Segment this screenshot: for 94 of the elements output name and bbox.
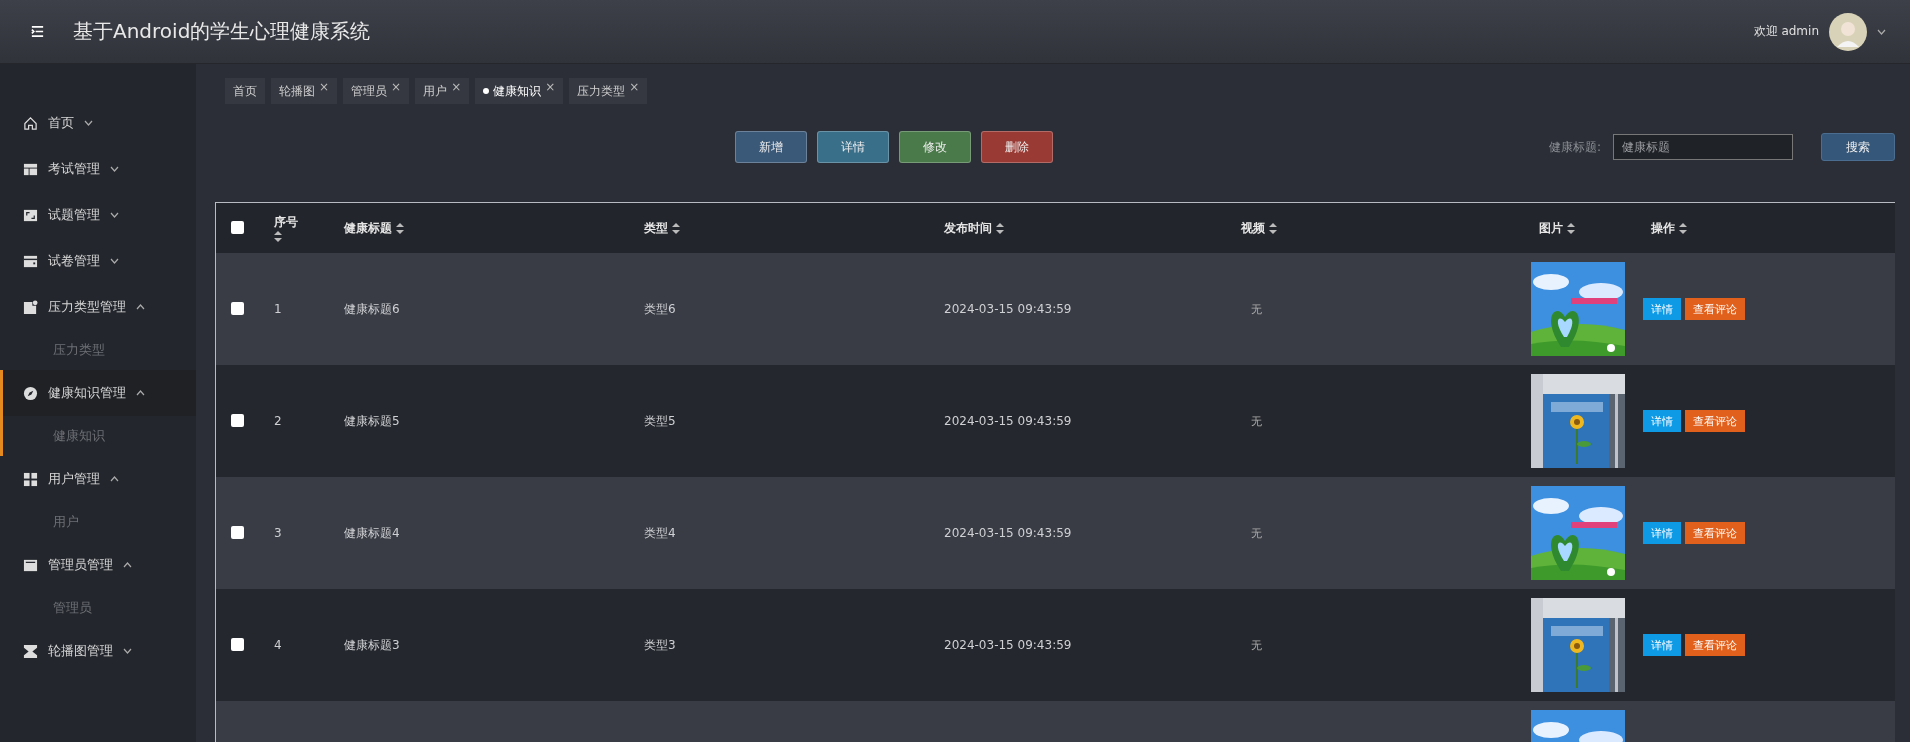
sidebar-item[interactable]: 试题管理 (0, 192, 196, 238)
table-cell-text: 类型3 (643, 636, 677, 654)
comments-button[interactable]: 查看评论 (1685, 634, 1745, 656)
search-field[interactable]: 健康标题 (1613, 134, 1793, 160)
compass-icon (23, 385, 38, 401)
tab[interactable]: 轮播图 × (271, 78, 338, 104)
sidebar-item[interactable]: 轮播图管理 (0, 628, 196, 674)
table-cell-text: 4 (273, 638, 283, 652)
avatar[interactable] (1829, 12, 1867, 51)
wallet-icon (23, 253, 38, 269)
table-cell-text: 2024-03-15 09:43:59 (943, 414, 1073, 428)
column-header[interactable]: 序号 (266, 214, 336, 242)
sort-icon[interactable] (996, 222, 1004, 234)
table-cell-text: 健康标题5 (343, 412, 401, 430)
delete-button[interactable]: 删除 (981, 131, 1053, 163)
menu-icon[interactable] (30, 24, 45, 39)
row-checkbox[interactable] (231, 637, 244, 651)
table-cell-text: 类型5 (643, 412, 677, 430)
table-cell-text: 2 (273, 414, 283, 428)
sidebar-item[interactable]: 试卷管理 (0, 238, 196, 284)
chevron-down-icon (110, 166, 119, 172)
table-cell-text: 类型4 (643, 524, 677, 542)
table-cell-text: 2024-03-15 09:43:59 (943, 638, 1073, 652)
chevron-up-icon (136, 390, 145, 396)
sidebar-item[interactable]: 管理员管理 (0, 542, 196, 588)
close-icon[interactable]: × (545, 80, 556, 94)
sort-icon[interactable] (396, 222, 404, 234)
panel-icon (23, 557, 38, 573)
table-cell-text: 无 (1250, 637, 1263, 653)
sidebar-item[interactable]: 考试管理 (0, 146, 196, 192)
add-button[interactable]: 新增 (735, 131, 807, 163)
layout-icon (23, 161, 38, 177)
comments-button[interactable]: 查看评论 (1685, 522, 1745, 544)
tab[interactable]: 压力类型 × (569, 78, 648, 104)
table-cell-text: 2024-03-15 09:43:59 (943, 302, 1073, 316)
tab[interactable]: 管理员 × (343, 78, 410, 104)
edit-button[interactable]: 修改 (899, 131, 971, 163)
image-frame-icon (23, 207, 38, 223)
column-header[interactable]: 健康标题 (336, 219, 636, 237)
row-checkbox[interactable] (231, 525, 244, 539)
grid-icon (23, 471, 38, 487)
column-header[interactable]: 图片 (1531, 219, 1643, 237)
search-button[interactable]: 搜索 (1821, 133, 1895, 161)
table-cell-text: 无 (1250, 301, 1263, 317)
chevron-down-icon (110, 212, 119, 218)
tab[interactable]: 用户 × (415, 78, 470, 104)
detail-button[interactable]: 详情 (817, 131, 889, 163)
select-all-checkbox[interactable] (231, 220, 244, 234)
close-icon[interactable]: × (391, 80, 402, 94)
column-header[interactable]: 视频 (1233, 219, 1531, 237)
tab[interactable]: 健康知识 × (475, 78, 564, 104)
comments-button[interactable]: 查看评论 (1685, 410, 1745, 432)
chevron-down-icon (1877, 28, 1886, 35)
chevron-up-icon (123, 562, 132, 568)
active-dot-icon (483, 88, 490, 94)
note-icon (23, 299, 38, 315)
row-checkbox[interactable] (231, 413, 244, 427)
chevron-down-icon (110, 258, 119, 264)
table-cell-text: 健康标题3 (343, 636, 401, 654)
app-title: 基于Android的学生心理健康系统 (73, 18, 372, 45)
table-cell-text: 1 (273, 302, 283, 316)
table-cell-text: 健康标题6 (343, 300, 401, 318)
sidebar-item[interactable]: 首页 (0, 100, 196, 146)
home-icon (23, 115, 38, 131)
hourglass-icon (23, 643, 38, 659)
row-checkbox[interactable] (231, 301, 244, 315)
table-cell-text: 类型6 (643, 300, 677, 318)
sort-icon[interactable] (274, 231, 282, 242)
table-cell-text: 3 (273, 526, 283, 540)
column-header[interactable]: 类型 (636, 219, 936, 237)
sort-icon[interactable] (1567, 222, 1575, 234)
column-header[interactable]: 操作 (1643, 219, 1895, 237)
comments-button[interactable]: 查看评论 (1685, 298, 1745, 320)
sidebar-item[interactable]: 用户管理 (0, 456, 196, 502)
table-cell-text: 无 (1250, 413, 1263, 429)
welcome-text: 欢迎 admin (1753, 23, 1819, 40)
sort-icon[interactable] (672, 222, 680, 234)
chevron-down-icon (123, 648, 132, 654)
sort-icon[interactable] (1679, 222, 1687, 234)
sort-icon[interactable] (1269, 222, 1277, 234)
chevron-up-icon (110, 476, 119, 482)
close-icon[interactable]: × (451, 80, 462, 94)
table-cell-text: 无 (1250, 525, 1263, 541)
chevron-down-icon (84, 120, 93, 126)
table-cell-text: 健康标题4 (343, 524, 401, 542)
sidebar-item[interactable]: 健康知识管理 (0, 370, 196, 416)
table-cell-text: 2024-03-15 09:43:59 (943, 526, 1073, 540)
column-header[interactable]: 发布时间 (936, 219, 1233, 237)
close-icon[interactable]: × (319, 80, 330, 94)
sidebar-item[interactable]: 压力类型管理 (0, 284, 196, 330)
tab[interactable]: 首页 (225, 78, 265, 104)
close-icon[interactable]: × (629, 80, 640, 94)
search-label: 健康标题: (1548, 138, 1601, 156)
chevron-up-icon (136, 304, 145, 310)
